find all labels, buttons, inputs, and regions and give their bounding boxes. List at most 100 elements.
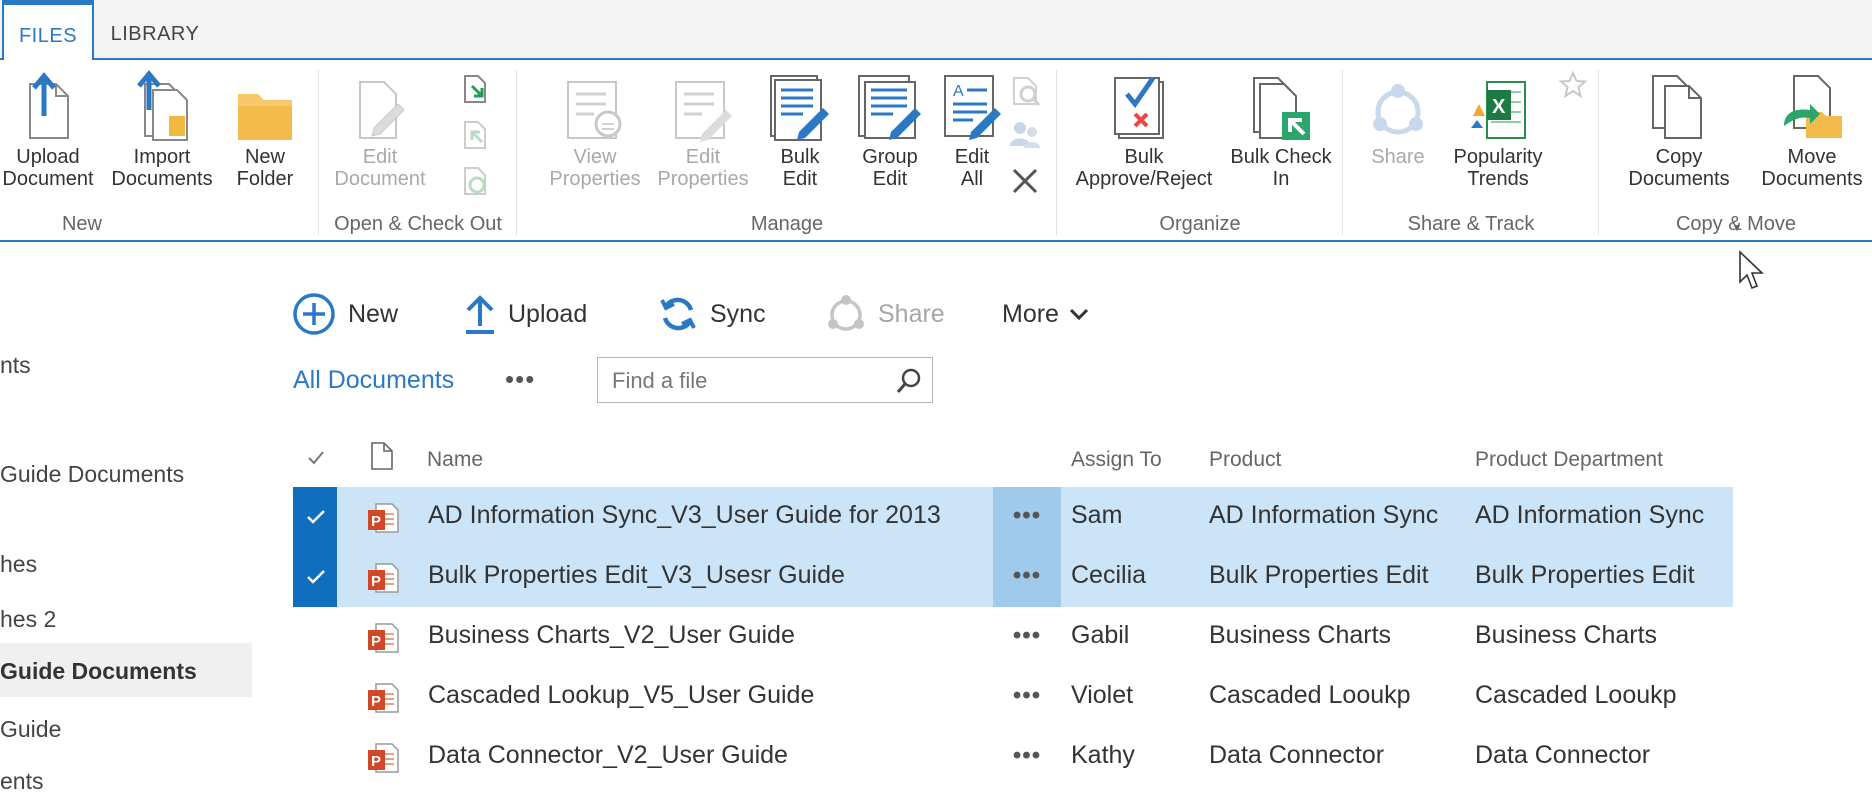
import-documents-button[interactable]: Import Documents [106, 68, 218, 190]
view-properties-button[interactable]: View Properties [540, 68, 650, 190]
sync-command-button[interactable]: Sync [658, 292, 766, 336]
table-row[interactable]: P AD Information Sync_V3_User Guide for … [293, 487, 1733, 547]
row-department: Bulk Properties Edit [1475, 561, 1695, 589]
check-in-icon[interactable] [460, 120, 490, 150]
nav-item[interactable]: hes [0, 551, 37, 578]
discard-check-out-icon[interactable] [460, 166, 490, 196]
move-documents-button[interactable]: Move Documents [1756, 68, 1868, 190]
upload-command-button[interactable]: Upload [464, 292, 587, 336]
group-divider [516, 70, 517, 235]
table-row[interactable]: P Bulk Properties Edit_V3_Usesr Guide ••… [293, 547, 1733, 607]
table-row[interactable]: P Business Charts_V2_User Guide ••• Gabi… [293, 607, 1733, 667]
row-ellipsis-menu[interactable]: ••• [993, 727, 1061, 787]
file-type-header-icon[interactable] [370, 441, 394, 471]
row-name[interactable]: AD Information Sync_V3_User Guide for 20… [428, 501, 941, 530]
row-ellipsis-menu[interactable]: ••• [993, 547, 1061, 607]
row-name[interactable]: Cascaded Lookup_V5_User Guide [428, 681, 814, 710]
nav-item[interactable]: Guide [0, 716, 61, 743]
bulk-approve-reject-button[interactable]: Bulk Approve/Reject [1068, 68, 1220, 190]
tab-files[interactable]: FILES [2, 0, 94, 63]
nav-item[interactable]: nts [0, 352, 31, 379]
row-assign-to: Sam [1071, 501, 1123, 529]
row-product: Business Charts [1209, 621, 1392, 649]
row-checkbox[interactable] [293, 547, 337, 607]
nav-item[interactable]: ents [0, 768, 43, 795]
upload-document-icon [2, 68, 94, 142]
powerpoint-file-icon: P [368, 623, 399, 653]
row-name[interactable]: Bulk Properties Edit_V3_Usesr Guide [428, 561, 845, 590]
group-label-organize: Organize [1159, 213, 1241, 235]
svg-text:A: A [953, 83, 964, 100]
share-icon [828, 295, 864, 331]
row-ellipsis-menu[interactable]: ••• [993, 667, 1061, 727]
powerpoint-file-icon: P [368, 743, 399, 773]
svg-text:P: P [371, 573, 381, 590]
new-command-button[interactable]: New [292, 292, 398, 336]
follow-star-icon[interactable] [1558, 70, 1588, 100]
all-documents-view-link[interactable]: All Documents [293, 366, 454, 395]
add-circle-icon [293, 293, 335, 335]
more-command-label: More [1002, 299, 1059, 328]
column-header-product[interactable]: Product [1209, 448, 1281, 472]
edit-properties-button[interactable]: Edit Properties [648, 68, 758, 190]
nav-item[interactable]: hes 2 [0, 606, 56, 633]
chevron-down-icon [1069, 308, 1089, 321]
bulk-check-in-icon [1224, 68, 1338, 142]
new-folder-button[interactable]: New Folder [228, 68, 302, 190]
row-department: Cascaded Looukp [1475, 681, 1677, 709]
group-new: Upload Document Import Documents New Fol… [0, 68, 318, 240]
row-name[interactable]: Data Connector_V2_User Guide [428, 741, 788, 770]
row-checkbox[interactable] [293, 667, 337, 727]
import-documents-icon [106, 68, 218, 142]
bulk-edit-button[interactable]: Bulk Edit [750, 68, 850, 190]
copy-documents-button[interactable]: Copy Documents ▼ [1614, 68, 1744, 234]
search-icon[interactable] [896, 368, 922, 394]
more-command-button[interactable]: More [1002, 292, 1089, 336]
select-all-checkmark-icon[interactable] [306, 448, 326, 468]
row-name[interactable]: Business Charts_V2_User Guide [428, 621, 795, 650]
column-header-product-department[interactable]: Product Department [1475, 448, 1663, 472]
row-assign-to: Kathy [1071, 741, 1135, 769]
column-header-assign-to[interactable]: Assign To [1071, 448, 1162, 472]
powerpoint-file-icon: P [368, 683, 399, 713]
powerpoint-file-icon: P [368, 503, 399, 533]
checkmark-icon [307, 510, 325, 524]
upload-document-button[interactable]: Upload Document [2, 68, 94, 190]
new-command-label: New [348, 299, 399, 328]
row-checkbox[interactable] [293, 727, 337, 787]
edit-document-button[interactable]: Edit Document [328, 68, 432, 190]
search-input[interactable] [610, 366, 894, 396]
group-label-copy-move: Copy & Move [1675, 213, 1797, 235]
ribbon: Upload Document Import Documents New Fol… [0, 60, 1872, 242]
share-ribbon-button[interactable]: Share [1360, 68, 1436, 168]
upload-arrow-icon [466, 295, 494, 334]
column-header-name[interactable]: Name [427, 448, 483, 472]
table-row[interactable]: P Cascaded Lookup_V5_User Guide ••• Viol… [293, 667, 1733, 727]
row-checkbox[interactable] [293, 487, 337, 547]
folder-icon [228, 68, 302, 142]
version-history-icon[interactable] [1008, 74, 1042, 108]
svg-text:P: P [371, 633, 381, 650]
sync-icon [660, 297, 696, 331]
find-file-search-box [597, 357, 933, 403]
row-checkbox[interactable] [293, 607, 337, 667]
nav-item[interactable]: Guide Documents [0, 461, 184, 488]
shared-with-icon[interactable] [1008, 118, 1042, 150]
share-command-button[interactable]: Share [826, 292, 945, 336]
bulk-check-in-button[interactable]: Bulk Check In [1224, 68, 1338, 190]
row-ellipsis-menu[interactable]: ••• [993, 607, 1061, 667]
row-ellipsis-menu[interactable]: ••• [993, 487, 1061, 547]
powerpoint-file-icon: P [368, 563, 399, 593]
popularity-trends-button[interactable]: X Popularity Trends [1442, 68, 1554, 190]
edit-all-button[interactable]: A Edit All [924, 68, 1020, 190]
row-product: Bulk Properties Edit [1209, 561, 1429, 589]
view-options-ellipsis[interactable]: ••• [505, 364, 535, 395]
nav-item-selected[interactable]: Guide Documents [0, 643, 252, 697]
delete-icon[interactable] [1010, 166, 1040, 196]
copy-documents-icon [1614, 68, 1744, 142]
tab-library[interactable]: LIBRARY [94, 8, 216, 58]
table-row[interactable]: P Data Connector_V2_User Guide ••• Kathy… [293, 727, 1733, 787]
edit-properties-icon [648, 68, 758, 142]
row-product: AD Information Sync [1209, 501, 1439, 529]
check-out-icon[interactable] [460, 74, 490, 104]
